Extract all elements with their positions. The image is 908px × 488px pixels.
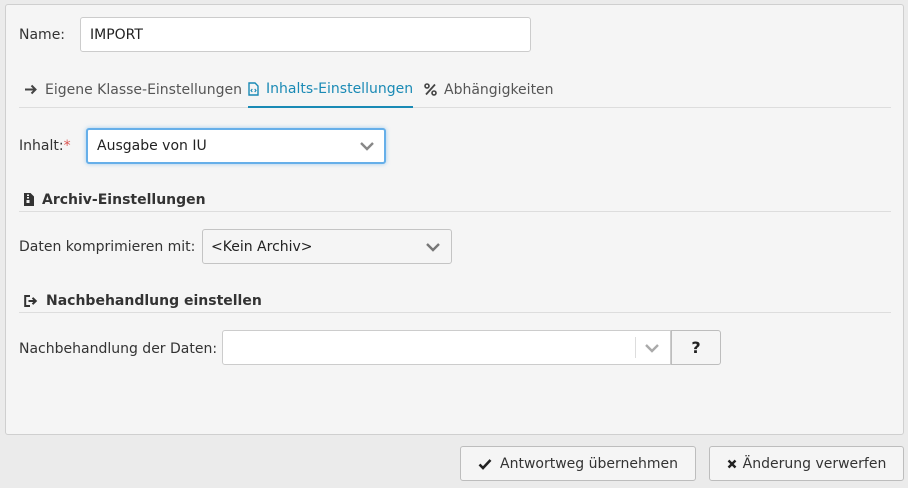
tab-eigene-klasse-einstellungen[interactable]: Eigene Klasse-Einstellungen	[25, 71, 242, 108]
tab-bar: Eigene Klasse-Einstellungen Inhalts-Eins…	[19, 71, 891, 108]
file-archive-icon	[24, 193, 34, 206]
percent-icon	[424, 83, 437, 96]
help-button[interactable]: ?	[671, 330, 721, 365]
chevron-down-icon	[426, 242, 440, 252]
compress-select[interactable]: <Kein Archiv>	[202, 229, 452, 264]
postprocess-select[interactable]	[222, 330, 671, 365]
accept-button[interactable]: Antwortweg übernehmen	[460, 446, 696, 481]
archive-section-header: Archiv-Einstellungen	[19, 188, 891, 212]
tab-label: Abhängigkeiten	[444, 81, 554, 98]
compress-select-value: <Kein Archiv>	[211, 238, 313, 255]
postprocess-section-header: Nachbehandlung einstellen	[19, 289, 891, 313]
tab-label: Inhalts-Einstellungen	[266, 80, 414, 97]
postprocess-label: Nachbehandlung der Daten:	[19, 341, 218, 357]
postprocess-heading: Nachbehandlung einstellen	[46, 292, 262, 309]
chevron-down-icon	[360, 142, 374, 151]
discard-button[interactable]: Änderung verwerfen	[709, 446, 904, 481]
close-icon	[727, 459, 737, 469]
settings-panel: Name: IMPORT Eigene Klasse-Einstellungen…	[5, 4, 904, 435]
tab-label: Eigene Klasse-Einstellungen	[45, 81, 242, 98]
select-divider	[635, 337, 636, 358]
content-select-value: Ausgabe von IU	[97, 138, 207, 154]
name-input[interactable]: IMPORT	[80, 17, 531, 52]
arrow-right-icon	[25, 84, 38, 95]
tab-inhalts-einstellungen[interactable]: Inhalts-Einstellungen	[248, 71, 414, 108]
name-label: Name:	[19, 27, 66, 43]
check-icon	[478, 458, 492, 470]
name-input-value: IMPORT	[90, 26, 143, 43]
content-select[interactable]: Ausgabe von IU	[86, 128, 386, 164]
discard-button-label: Änderung verwerfen	[742, 455, 887, 472]
compress-label: Daten komprimieren mit:	[19, 239, 196, 255]
chevron-down-icon	[645, 343, 659, 353]
archive-heading: Archiv-Einstellungen	[42, 191, 206, 208]
content-label: Inhalt:*	[19, 138, 71, 154]
accept-button-label: Antwortweg übernehmen	[500, 455, 678, 472]
tab-abhaengigkeiten[interactable]: Abhängigkeiten	[424, 71, 554, 108]
sign-out-icon	[24, 294, 38, 307]
required-mark: *	[63, 138, 71, 154]
file-code-icon	[248, 81, 259, 96]
